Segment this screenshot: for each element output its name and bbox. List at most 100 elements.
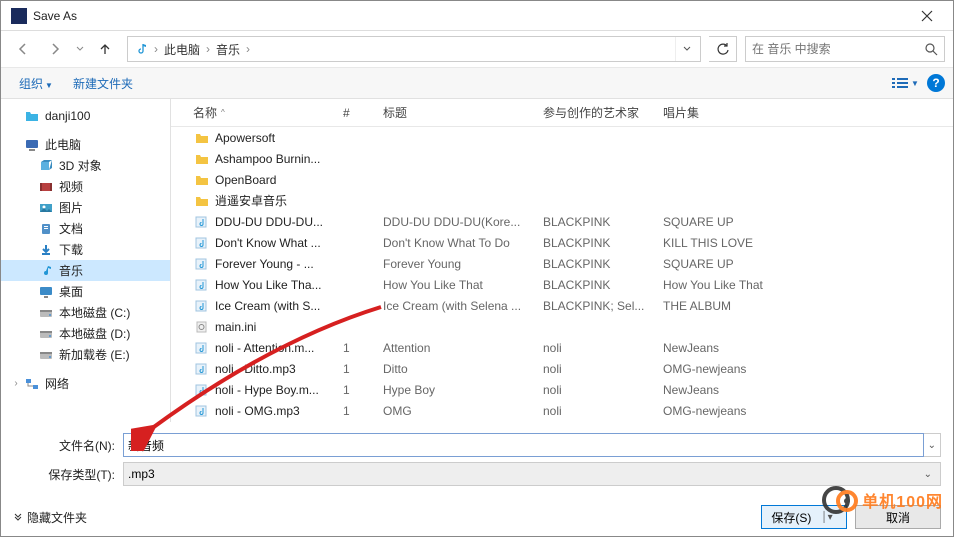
- network-icon: [23, 376, 41, 392]
- chevron-down-icon: ▼: [909, 79, 919, 88]
- sidebar-item-label: 视频: [59, 178, 83, 195]
- chevron-down-icon: [682, 44, 692, 54]
- sidebar-item-disk[interactable]: 新加载卷 (E:): [1, 344, 170, 365]
- view-options-button[interactable]: ▼: [891, 71, 919, 95]
- music-icon: [193, 403, 211, 419]
- file-row[interactable]: DDU-DU DDU-DU...DDU-DU DDU-DU(Kore...BLA…: [171, 211, 953, 232]
- close-icon: [921, 10, 933, 22]
- music-icon: [193, 298, 211, 314]
- file-row[interactable]: noli - Hype Boy.m...1Hype BoynoliNewJean…: [171, 379, 953, 400]
- folder-icon: [193, 130, 211, 146]
- filetype-select[interactable]: .mp3 ⌄: [123, 462, 941, 486]
- file-row[interactable]: noli - Attention.m...1AttentionnoliNewJe…: [171, 337, 953, 358]
- music-icon: [37, 263, 55, 279]
- sidebar-item-label: 文档: [59, 220, 83, 237]
- history-dropdown[interactable]: [73, 45, 87, 53]
- sidebar-item-3d[interactable]: 3D 对象: [1, 155, 170, 176]
- file-row[interactable]: main.ini: [171, 316, 953, 337]
- video-icon: [37, 179, 55, 195]
- file-list: ApowersoftAshampoo Burnin...OpenBoard逍遥安…: [171, 127, 953, 422]
- disk-icon: [37, 347, 55, 363]
- view-icon: [891, 76, 909, 90]
- search-input[interactable]: [752, 42, 925, 56]
- filename-input[interactable]: [123, 433, 924, 457]
- chevron-down-icon: ▼: [43, 81, 53, 90]
- chevron-down-icon: [13, 512, 23, 522]
- organize-menu[interactable]: 组织▼: [9, 71, 63, 96]
- column-headers: 名称^ # 标题 参与创作的艺术家 唱片集: [171, 99, 953, 127]
- breadcrumb[interactable]: › 此电脑 › 音乐 ›: [127, 36, 701, 62]
- arrow-right-icon: [48, 42, 62, 56]
- music-icon: [193, 382, 211, 398]
- refresh-button[interactable]: [709, 36, 737, 62]
- sidebar-item-document[interactable]: 文档: [1, 218, 170, 239]
- expand-icon[interactable]: ›: [9, 378, 23, 389]
- sidebar-item-video[interactable]: 视频: [1, 176, 170, 197]
- sidebar-item-quick[interactable]: danji100: [1, 105, 170, 126]
- folder-icon: [193, 193, 211, 209]
- sidebar-item-desktop[interactable]: 桌面: [1, 281, 170, 302]
- sidebar-item-label: 网络: [45, 375, 69, 392]
- sidebar-item-download[interactable]: 下载: [1, 239, 170, 260]
- computer-icon: [23, 137, 41, 153]
- folder-icon: [193, 151, 211, 167]
- 3d-icon: [37, 158, 55, 174]
- picture-icon: [37, 200, 55, 216]
- sidebar-item-picture[interactable]: 图片: [1, 197, 170, 218]
- file-row[interactable]: Don't Know What ...Don't Know What To Do…: [171, 232, 953, 253]
- sidebar-item-disk[interactable]: 本地磁盘 (D:): [1, 323, 170, 344]
- column-artist[interactable]: 参与创作的艺术家: [535, 104, 655, 121]
- sidebar-item-label: 此电脑: [45, 136, 81, 153]
- sidebar-item-label: 本地磁盘 (C:): [59, 304, 130, 321]
- toolbar: 组织▼ 新建文件夹 ▼ ?: [1, 67, 953, 99]
- close-button[interactable]: [904, 2, 949, 30]
- sidebar-item-label: 下载: [59, 241, 83, 258]
- column-track[interactable]: #: [335, 106, 375, 120]
- arrow-left-icon: [16, 42, 30, 56]
- search-icon[interactable]: [925, 43, 938, 56]
- column-name[interactable]: 名称^: [185, 104, 335, 121]
- forward-button[interactable]: [41, 35, 69, 63]
- search-box[interactable]: [745, 36, 945, 62]
- music-icon: [193, 340, 211, 356]
- help-button[interactable]: ?: [927, 74, 945, 92]
- new-folder-button[interactable]: 新建文件夹: [63, 71, 143, 96]
- file-row[interactable]: OpenBoard: [171, 169, 953, 190]
- desktop-icon: [37, 284, 55, 300]
- breadcrumb-dropdown[interactable]: [675, 37, 698, 61]
- sidebar-item-network[interactable]: › 网络: [1, 373, 170, 394]
- sidebar-item-label: 本地磁盘 (D:): [59, 325, 130, 342]
- ini-icon: [193, 319, 211, 335]
- column-album[interactable]: 唱片集: [655, 104, 953, 121]
- file-row[interactable]: Ice Cream (with S...Ice Cream (with Sele…: [171, 295, 953, 316]
- cancel-button[interactable]: 取消: [855, 505, 941, 529]
- music-icon: [193, 361, 211, 377]
- music-icon: [193, 277, 211, 293]
- sidebar-item-label: 桌面: [59, 283, 83, 300]
- back-button[interactable]: [9, 35, 37, 63]
- file-row[interactable]: noli - OMG.mp31OMGnoliOMG-newjeans: [171, 400, 953, 421]
- breadcrumb-this-pc[interactable]: 此电脑: [160, 37, 204, 61]
- file-row[interactable]: Forever Young - ...Forever YoungBLACKPIN…: [171, 253, 953, 274]
- file-row[interactable]: How You Like Tha...How You Like ThatBLAC…: [171, 274, 953, 295]
- breadcrumb-music[interactable]: 音乐: [212, 37, 244, 61]
- filetype-label: 保存类型(T):: [13, 466, 123, 483]
- save-button[interactable]: 保存(S) │▾: [761, 505, 847, 529]
- split-dropdown-icon[interactable]: │▾: [817, 512, 836, 523]
- disk-icon: [37, 305, 55, 321]
- folder-icon: [193, 172, 211, 188]
- filename-dropdown[interactable]: ⌄: [924, 433, 941, 457]
- main-content: danji100 此电脑 3D 对象视频图片文档下载音乐桌面本地磁盘 (C:) 本…: [1, 99, 953, 422]
- hide-folders-button[interactable]: 隐藏文件夹: [13, 509, 87, 526]
- up-button[interactable]: [91, 35, 119, 63]
- file-row[interactable]: 逍遥安卓音乐: [171, 190, 953, 211]
- breadcrumb-sep-icon: ›: [152, 42, 160, 56]
- sidebar-item-music[interactable]: 音乐: [1, 260, 170, 281]
- column-title[interactable]: 标题: [375, 104, 535, 121]
- music-icon: [193, 235, 211, 251]
- sidebar-item-this-pc[interactable]: 此电脑: [1, 134, 170, 155]
- file-row[interactable]: noli - Ditto.mp31DittonoliOMG-newjeans: [171, 358, 953, 379]
- file-row[interactable]: Apowersoft: [171, 127, 953, 148]
- file-row[interactable]: Ashampoo Burnin...: [171, 148, 953, 169]
- sidebar-item-disk[interactable]: 本地磁盘 (C:): [1, 302, 170, 323]
